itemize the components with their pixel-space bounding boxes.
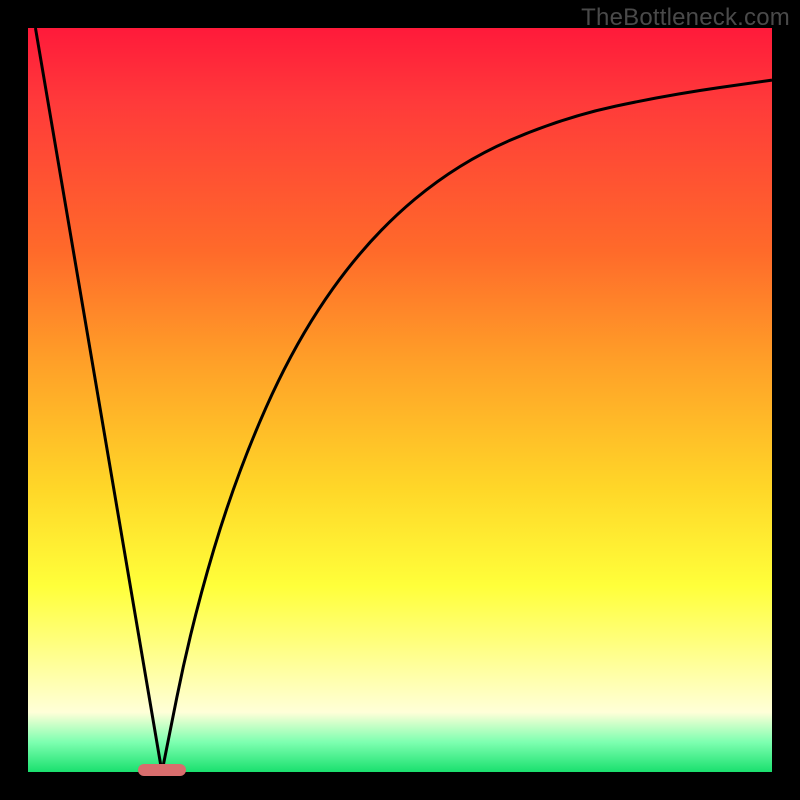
optimum-marker [138, 764, 186, 776]
watermark-text: TheBottleneck.com [581, 4, 790, 32]
chart-curves [28, 28, 772, 772]
plot-area [28, 28, 772, 772]
right-curve [162, 80, 772, 772]
left-line [35, 28, 161, 772]
